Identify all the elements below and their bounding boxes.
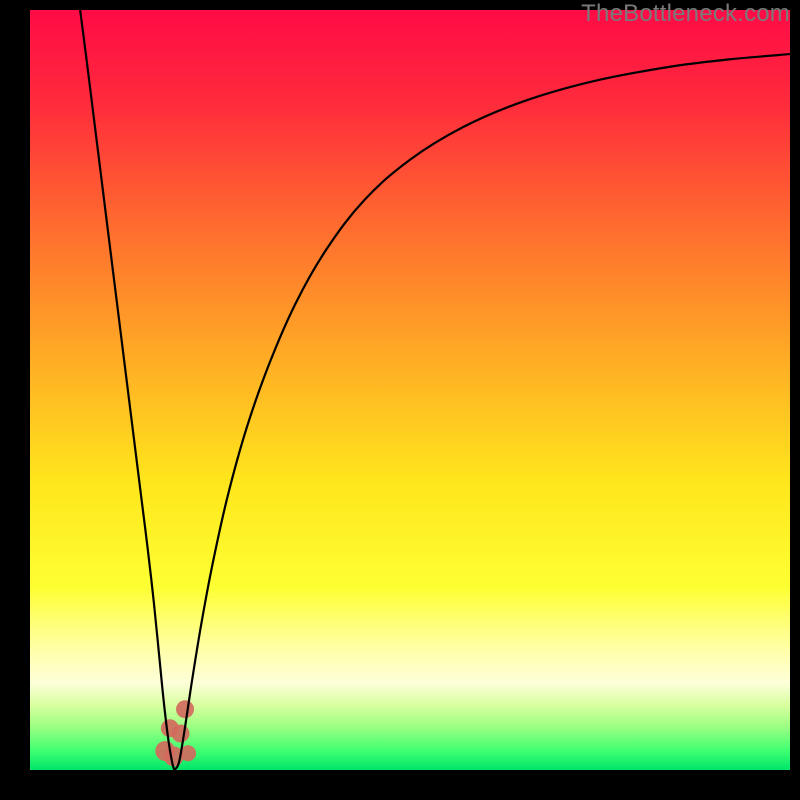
chart-background	[30, 10, 790, 770]
highlight-blob	[171, 725, 189, 743]
highlight-blob	[176, 700, 194, 718]
bottleneck-chart	[30, 10, 790, 770]
watermark-text: TheBottleneck.com	[581, 0, 790, 28]
chart-frame	[30, 10, 790, 770]
